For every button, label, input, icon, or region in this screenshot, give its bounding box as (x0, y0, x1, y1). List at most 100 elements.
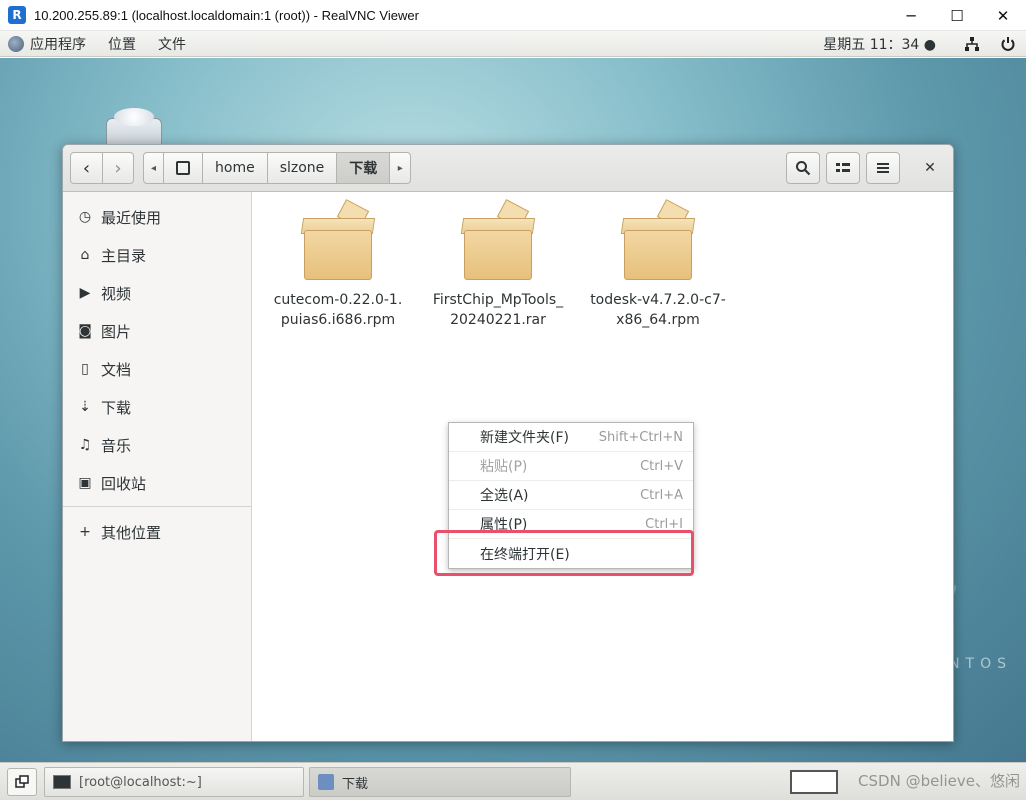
maximize-button[interactable]: ☐ (934, 0, 980, 31)
panel-status-area: 星期五 11：34 ● (823, 31, 1026, 57)
gnome-top-panel: 应用程序 位置 文件 星期五 11：34 ● (0, 31, 1026, 57)
menu-item-accel: Shift+Ctrl+N (598, 429, 683, 445)
sidebar-divider (63, 506, 251, 507)
file-cabinet-icon (318, 774, 334, 790)
path-root-button[interactable] (164, 153, 203, 183)
terminal-icon (53, 775, 71, 789)
video-icon: ▶ (79, 285, 91, 301)
camera-icon: ◙ (78, 323, 92, 339)
path-home-button[interactable]: home (203, 153, 268, 183)
file-name-line2: x86_64.rpm (616, 312, 700, 328)
applications-icon[interactable] (8, 35, 24, 52)
menu-applications[interactable]: 应用程序 (30, 34, 86, 54)
sidebar-item-downloads[interactable]: ⇣ 下载 (63, 388, 251, 426)
list-view-icon (836, 163, 850, 172)
sidebar-item-pictures[interactable]: ◙ 图片 (63, 312, 251, 350)
file-name-line1: FirstChip_MpTools_ (432, 292, 564, 308)
sidebar-item-trash[interactable]: ▣ 回收站 (63, 464, 251, 502)
menu-item-label: 粘贴(P) (480, 459, 528, 475)
menu-item-select-all[interactable]: 全选(A) Ctrl+A (449, 481, 693, 510)
places-sidebar: ◷ 最近使用 ⌂ 主目录 ▶ 视频 ◙ 图片 ▯ 文档 ⇣ 下载 ♫ 音乐 ▣ (63, 192, 252, 741)
vnc-titlebar: R 10.200.255.89:1 (localhost.localdomain… (0, 0, 1026, 31)
file-name-line1: todesk-v4.7.2.0-c7- (590, 292, 726, 308)
sidebar-item-label: 文档 (101, 360, 132, 379)
network-icon[interactable] (954, 31, 990, 57)
headerbar: ‹ › ◂ home slzone 下载 ▸ ✕ (63, 145, 953, 192)
menu-button[interactable] (866, 152, 900, 184)
music-icon: ♫ (78, 437, 92, 453)
minimize-button[interactable]: ─ (888, 0, 934, 31)
realvnc-logo-icon: R (8, 6, 26, 24)
menu-item-paste[interactable]: 粘贴(P) Ctrl+V (449, 452, 693, 481)
trash-paper (114, 108, 154, 126)
sidebar-item-music[interactable]: ♫ 音乐 (63, 426, 251, 464)
back-button[interactable]: ‹ (71, 153, 102, 183)
sidebar-item-documents[interactable]: ▯ 文档 (63, 350, 251, 388)
window-title: 10.200.255.89:1 (localhost.localdomain:1… (34, 7, 419, 23)
show-desktop-icon (15, 775, 29, 788)
sidebar-item-other-locations[interactable]: + 其他位置 (63, 513, 251, 551)
menu-places[interactable]: 位置 (108, 34, 136, 54)
nav-buttons: ‹ › (70, 152, 134, 184)
package-icon (298, 199, 378, 284)
workspace-switcher[interactable] (790, 770, 838, 794)
document-icon: ▯ (81, 361, 89, 377)
close-button[interactable]: ✕ (980, 0, 1026, 31)
file-item[interactable]: todesk-v4.7.2.0-c7- x86_64.rpm (583, 199, 733, 330)
download-icon: ⇣ (79, 399, 91, 415)
sidebar-item-label: 视频 (101, 284, 132, 303)
path-scroll-left-button[interactable]: ◂ (144, 153, 164, 183)
path-bar: ◂ home slzone 下载 ▸ (143, 152, 412, 184)
search-icon (796, 161, 811, 176)
menu-item-label: 新建文件夹(F) (480, 430, 569, 446)
forward-button[interactable]: › (101, 153, 133, 183)
taskbar-terminal[interactable]: [root@localhost:~] (44, 767, 304, 797)
panel-clock[interactable]: 星期五 11：34 ● (823, 34, 936, 54)
sidebar-item-label: 图片 (101, 322, 132, 341)
file-name-line1: cutecom-0.22.0-1. (273, 292, 403, 308)
centos-logo-text: NTOS (949, 656, 1012, 672)
package-icon (618, 199, 698, 284)
sidebar-item-home[interactable]: ⌂ 主目录 (63, 236, 251, 274)
path-scroll-right-button[interactable]: ▸ (390, 153, 410, 183)
file-item[interactable]: FirstChip_MpTools_ 20240221.rar (423, 199, 573, 330)
panel-menus: 应用程序 位置 文件 (8, 34, 208, 54)
sidebar-item-label: 其他位置 (101, 523, 162, 542)
path-slzone-button[interactable]: slzone (268, 153, 338, 183)
search-button[interactable] (786, 152, 820, 184)
power-icon[interactable] (990, 31, 1026, 57)
taskbar-files-label: 下载 (342, 776, 369, 792)
menu-item-new-folder[interactable]: 新建文件夹(F) Shift+Ctrl+N (449, 423, 693, 452)
menu-item-accel: Ctrl+V (640, 458, 683, 474)
file-name-line2: 20240221.rar (450, 312, 546, 328)
menu-item-accel: Ctrl+A (640, 487, 683, 503)
plus-icon: + (79, 524, 91, 540)
window-close-button[interactable]: ✕ (914, 152, 946, 184)
trash-icon: ▣ (78, 475, 92, 491)
menu-files[interactable]: 文件 (158, 34, 186, 54)
sidebar-item-label: 回收站 (101, 474, 147, 493)
window-controls: ─ ☐ ✕ (888, 0, 1026, 31)
bottom-taskbar: [root@localhost:~] 下载 CSDN @believe、悠闲 (0, 762, 1026, 800)
hamburger-icon (877, 163, 889, 173)
sidebar-item-label: 音乐 (101, 436, 132, 455)
sidebar-item-label: 最近使用 (101, 208, 162, 227)
home-icon: ⌂ (80, 247, 90, 263)
sidebar-item-label: 下载 (101, 398, 132, 417)
sidebar-item-label: 主目录 (101, 246, 147, 265)
file-item[interactable]: cutecom-0.22.0-1. puias6.i686.rpm (263, 199, 413, 330)
view-toggle-button[interactable] (826, 152, 860, 184)
drive-icon (176, 161, 190, 175)
clock-icon: ◷ (78, 209, 92, 225)
taskbar-terminal-label: [root@localhost:~] (79, 774, 202, 790)
sidebar-item-videos[interactable]: ▶ 视频 (63, 274, 251, 312)
package-icon (458, 199, 538, 284)
show-desktop-button[interactable] (7, 768, 37, 796)
taskbar-files[interactable]: 下载 (309, 767, 571, 797)
sidebar-item-recent[interactable]: ◷ 最近使用 (63, 198, 251, 236)
path-downloads-button[interactable]: 下载 (337, 153, 391, 183)
menu-item-label: 全选(A) (480, 488, 529, 504)
csdn-watermark: CSDN @believe、悠闲 (858, 772, 1020, 790)
annotation-highlight-box (434, 530, 694, 576)
file-name-line2: puias6.i686.rpm (280, 312, 396, 328)
